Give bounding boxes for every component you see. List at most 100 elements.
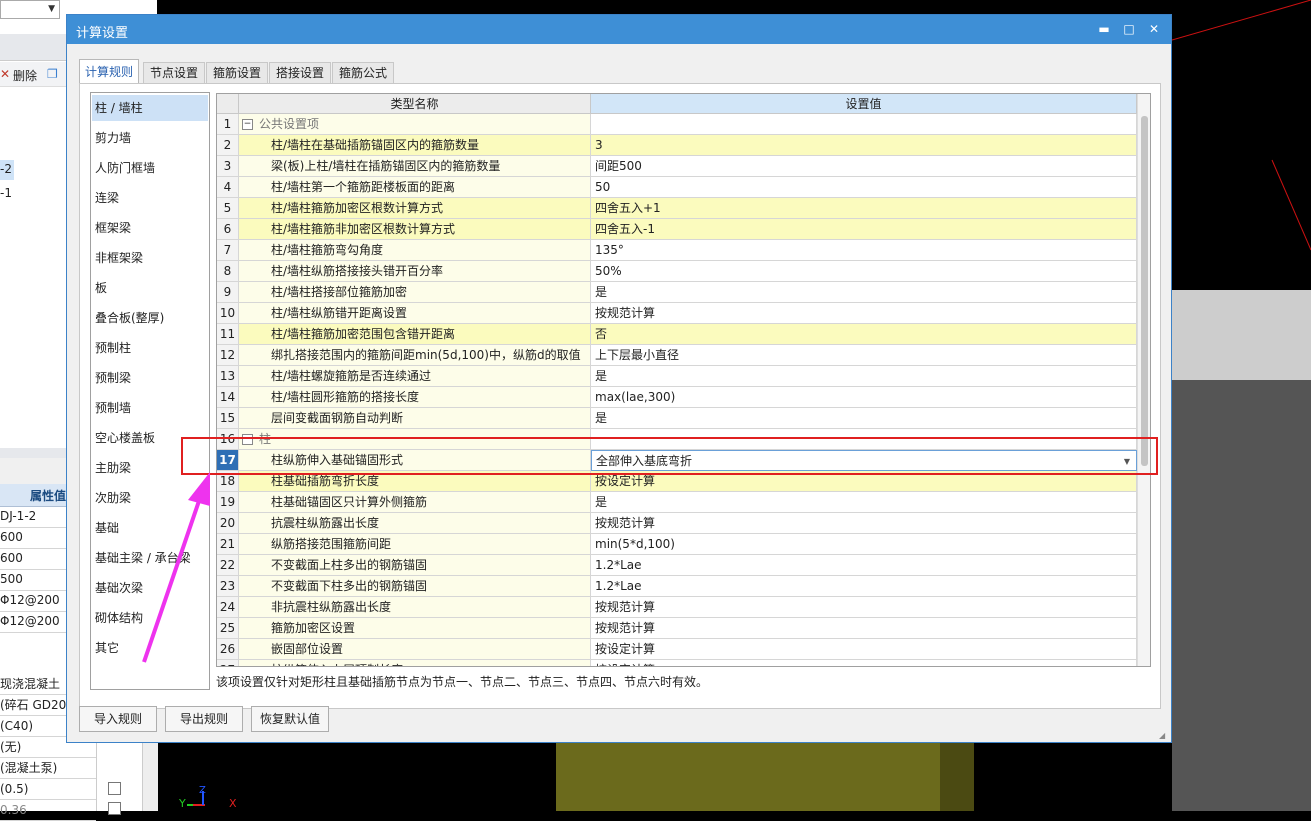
setting-name-text: 柱/墙柱箍筋加密区根数计算方式: [271, 201, 444, 215]
category-item[interactable]: 框架梁: [92, 215, 208, 241]
setting-value[interactable]: 间距500: [591, 156, 1137, 177]
setting-value[interactable]: 按设定计算: [591, 639, 1137, 660]
prop-value[interactable]: (混凝土泵): [0, 758, 96, 779]
category-item[interactable]: 板: [92, 275, 208, 301]
category-item[interactable]: 人防门框墙: [92, 155, 208, 181]
table-row[interactable]: 3 梁(板)上柱/墙柱在插筋锚固区内的箍筋数量 间距500: [217, 156, 1137, 177]
table-row[interactable]: 26 嵌固部位设置 按设定计算: [217, 639, 1137, 660]
table-row[interactable]: 22 不变截面上柱多出的钢筋锚固 1.2*Lae: [217, 555, 1137, 576]
table-row[interactable]: 9 柱/墙柱搭接部位箍筋加密 是: [217, 282, 1137, 303]
table-row[interactable]: 5 柱/墙柱箍筋加密区根数计算方式 四舍五入+1: [217, 198, 1137, 219]
prop-checkbox[interactable]: [108, 802, 121, 815]
setting-name: 柱/墙柱螺旋箍筋是否连续通过: [239, 366, 591, 387]
setting-value[interactable]: 是: [591, 408, 1137, 429]
table-row[interactable]: 23 不变截面下柱多出的钢筋锚固 1.2*Lae: [217, 576, 1137, 597]
setting-value[interactable]: [591, 114, 1137, 135]
setting-value[interactable]: 按规范计算: [591, 597, 1137, 618]
prop-value[interactable]: 600: [0, 548, 66, 570]
setting-name-text: 柱/墙柱纵筋错开距离设置: [271, 306, 408, 320]
table-row[interactable]: 21 纵筋搭接范围箍筋间距 min(5*d,100): [217, 534, 1137, 555]
table-row[interactable]: 10 柱/墙柱纵筋错开距离设置 按规范计算: [217, 303, 1137, 324]
prop-checkbox[interactable]: [108, 782, 121, 795]
setting-value[interactable]: 是: [591, 492, 1137, 513]
tab-stirrup-settings[interactable]: 箍筋设置: [206, 62, 268, 83]
category-item[interactable]: 连梁: [92, 185, 208, 211]
setting-value[interactable]: 四舍五入+1: [591, 198, 1137, 219]
row-number: 13: [217, 366, 239, 387]
setting-value[interactable]: 按规范计算: [591, 618, 1137, 639]
delete-button[interactable]: 删除: [13, 67, 37, 84]
table-row[interactable]: 25 箍筋加密区设置 按规范计算: [217, 618, 1137, 639]
dialog-titlebar[interactable]: 计算设置 ▬ □ ✕: [67, 15, 1171, 44]
restore-defaults-button[interactable]: 恢复默认值: [251, 706, 329, 732]
prop-value[interactable]: DJ-1-2: [0, 506, 66, 528]
setting-value[interactable]: 四舍五入-1: [591, 219, 1137, 240]
table-row[interactable]: 6 柱/墙柱箍筋非加密区根数计算方式 四舍五入-1: [217, 219, 1137, 240]
maximize-icon[interactable]: □: [1121, 21, 1137, 37]
prop-value[interactable]: Φ12@200: [0, 590, 66, 612]
category-item[interactable]: 预制梁: [92, 365, 208, 391]
collapse-icon[interactable]: −: [242, 119, 253, 130]
prop-value[interactable]: Φ12@200: [0, 611, 66, 633]
setting-value[interactable]: max(lae,300): [591, 387, 1137, 408]
copy-icon[interactable]: ❐: [47, 67, 58, 81]
setting-name: 柱/墙柱第一个箍筋距楼板面的距离: [239, 177, 591, 198]
table-row[interactable]: 20 抗震柱纵筋露出长度 按规范计算: [217, 513, 1137, 534]
table-row[interactable]: 1− 公共设置项: [217, 114, 1137, 135]
tab-lap-settings[interactable]: 搭接设置: [269, 62, 331, 83]
resize-grip-icon[interactable]: ◢: [1159, 731, 1165, 740]
tree-item[interactable]: -2: [0, 162, 12, 176]
floor-combo[interactable]: ▼: [0, 0, 60, 19]
setting-value[interactable]: 1.2*Lae: [591, 576, 1137, 597]
export-rules-button[interactable]: 导出规则: [165, 706, 243, 732]
table-row[interactable]: 24 非抗震柱纵筋露出长度 按规范计算: [217, 597, 1137, 618]
viewport-column-model: [556, 743, 974, 811]
setting-value[interactable]: 按设定计算: [591, 660, 1137, 666]
setting-value[interactable]: min(5*d,100): [591, 534, 1137, 555]
tab-calc-rules[interactable]: 计算规则: [79, 59, 139, 84]
table-row[interactable]: 15 层间变截面钢筋自动判断 是: [217, 408, 1137, 429]
category-item[interactable]: 预制柱: [92, 335, 208, 361]
category-item[interactable]: 柱 / 墙柱: [92, 95, 208, 121]
setting-value[interactable]: 否: [591, 324, 1137, 345]
setting-name-text: 层间变截面钢筋自动判断: [271, 411, 404, 425]
table-row[interactable]: 7 柱/墙柱箍筋弯勾角度 135°: [217, 240, 1137, 261]
table-row[interactable]: 27柱纵筋伸入上层顶制长度按设定计算: [217, 660, 1137, 666]
category-item[interactable]: 剪力墙: [92, 125, 208, 151]
setting-value[interactable]: 是: [591, 366, 1137, 387]
setting-value[interactable]: 按规范计算: [591, 303, 1137, 324]
tree-item[interactable]: -1: [0, 186, 12, 200]
setting-value[interactable]: 3: [591, 135, 1137, 156]
setting-value[interactable]: 按规范计算: [591, 513, 1137, 534]
setting-value[interactable]: 50%: [591, 261, 1137, 282]
table-row[interactable]: 13 柱/墙柱螺旋箍筋是否连续通过 是: [217, 366, 1137, 387]
setting-value-text: 1.2*Lae: [595, 579, 642, 593]
setting-value[interactable]: 1.2*Lae: [591, 555, 1137, 576]
category-item[interactable]: 非框架梁: [92, 245, 208, 271]
prop-value[interactable]: 600: [0, 527, 66, 549]
table-row[interactable]: 8 柱/墙柱纵筋搭接接头错开百分率 50%: [217, 261, 1137, 282]
grid-scrollbar[interactable]: [1137, 94, 1150, 666]
setting-value[interactable]: 是: [591, 282, 1137, 303]
scrollbar-thumb[interactable]: [1141, 116, 1148, 466]
close-icon[interactable]: ✕: [1146, 21, 1162, 37]
table-row[interactable]: 4 柱/墙柱第一个箍筋距楼板面的距离 50: [217, 177, 1137, 198]
prop-value[interactable]: (0.5): [0, 779, 96, 800]
minimize-icon[interactable]: ▬: [1096, 21, 1112, 37]
setting-name: 抗震柱纵筋露出长度: [239, 513, 591, 534]
setting-value[interactable]: 上下层最小直径: [591, 345, 1137, 366]
category-item[interactable]: 预制墙: [92, 395, 208, 421]
setting-value[interactable]: 135°: [591, 240, 1137, 261]
table-row[interactable]: 2 柱/墙柱在基础插筋锚固区内的箍筋数量 3: [217, 135, 1137, 156]
table-row[interactable]: 12 绑扎搭接范围内的箍筋间距min(5d,100)中，纵筋d的取值 上下层最小直径: [217, 345, 1137, 366]
tab-node-settings[interactable]: 节点设置: [143, 62, 205, 83]
tab-stirrup-formula[interactable]: 箍筋公式: [332, 62, 394, 83]
prop-value[interactable]: 500: [0, 569, 66, 591]
table-row[interactable]: 19 柱基础锚固区只计算外侧箍筋是: [217, 492, 1137, 513]
import-rules-button[interactable]: 导入规则: [79, 706, 157, 732]
table-row[interactable]: 14 柱/墙柱圆形箍筋的搭接长度 max(lae,300): [217, 387, 1137, 408]
category-item[interactable]: 叠合板(整厚): [92, 305, 208, 331]
table-row[interactable]: 11 柱/墙柱箍筋加密范围包含错开距离 否: [217, 324, 1137, 345]
setting-name-text: 嵌固部位设置: [271, 642, 344, 656]
setting-value[interactable]: 50: [591, 177, 1137, 198]
